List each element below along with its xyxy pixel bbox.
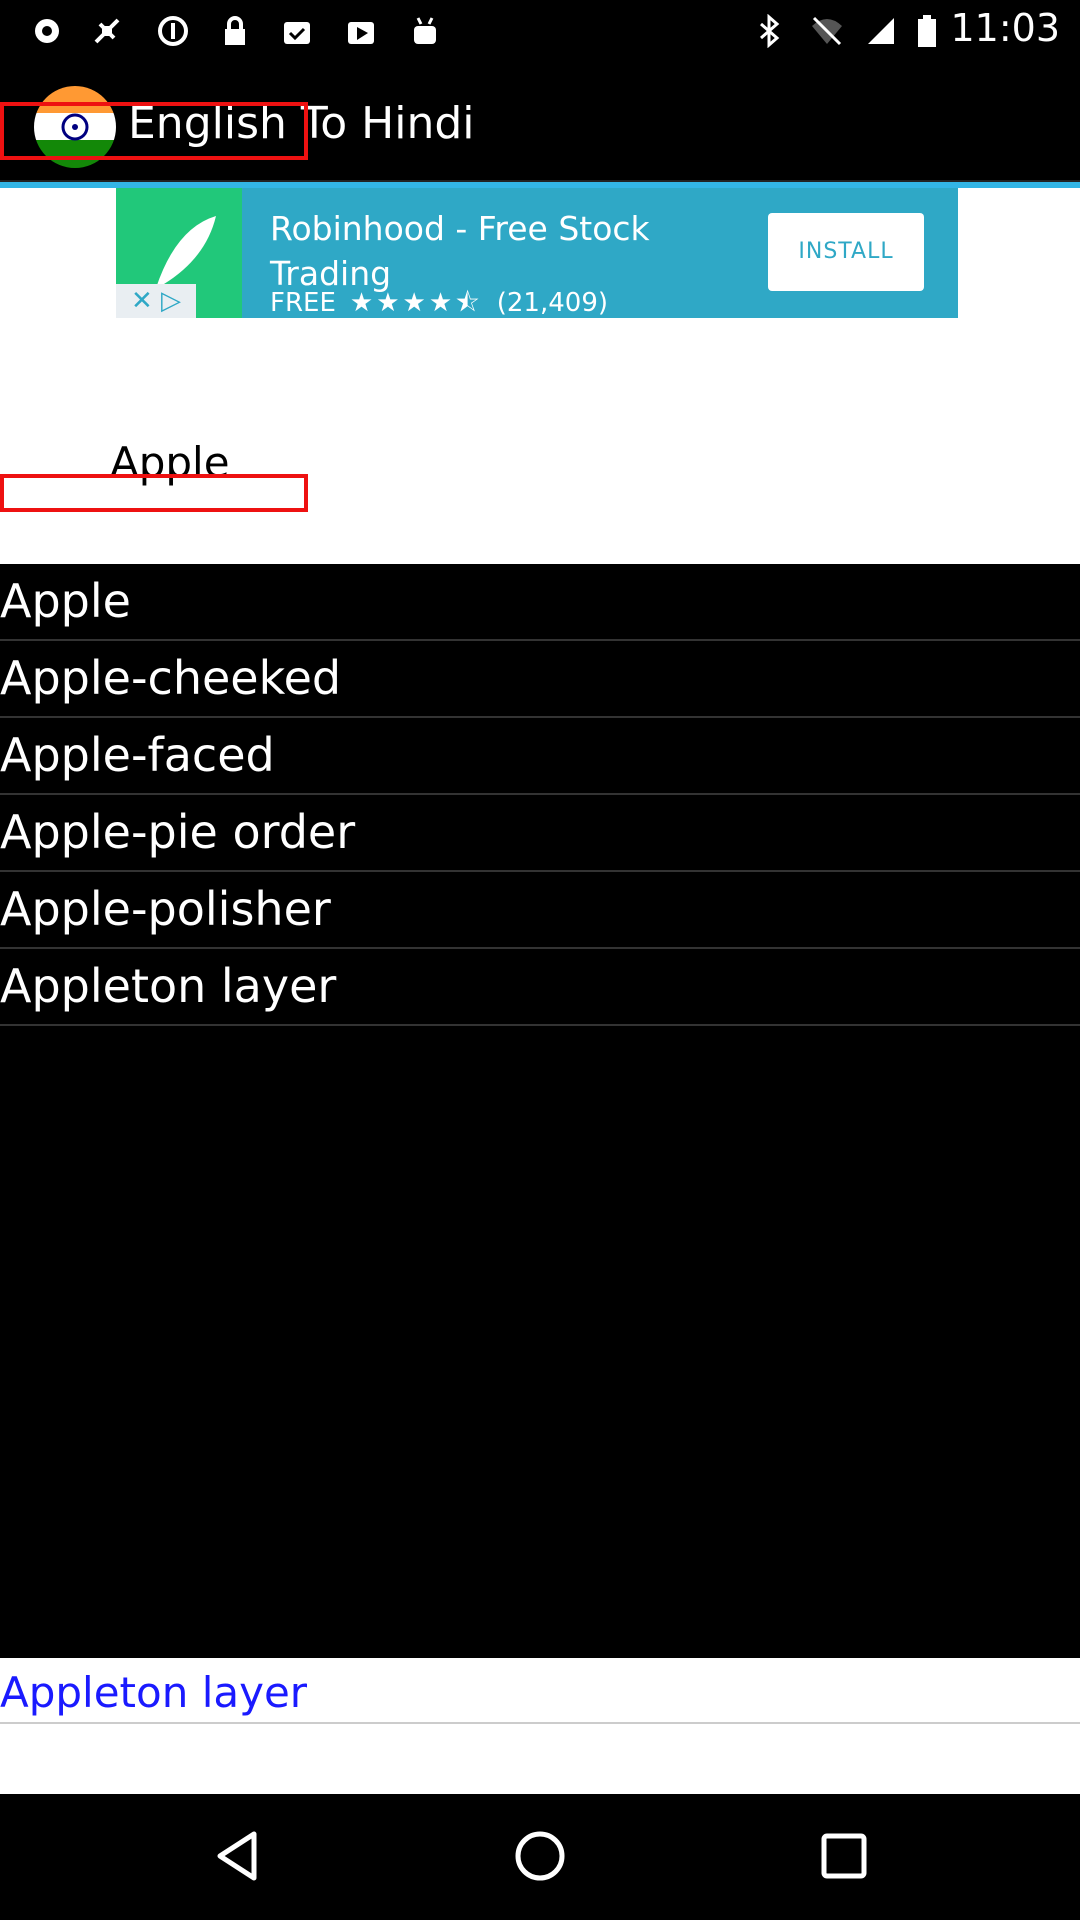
ad-rating-row: FREE ★★★★⯪ (21,409) <box>270 284 608 318</box>
ad-banner[interactable]: ✕ ▷ Robinhood - Free Stock Trading FREE ★… <box>116 188 958 318</box>
suggestion-item[interactable]: Apple-cheeked <box>0 641 1080 718</box>
suggestion-item[interactable]: Apple-faced <box>0 718 1080 795</box>
battery-icon <box>918 15 936 47</box>
ad-rating-count: (21,409) <box>496 288 609 318</box>
ad-price: FREE <box>270 288 336 318</box>
play-store-icon <box>348 22 374 44</box>
recents-icon[interactable] <box>814 1826 874 1886</box>
fake-gps-icon <box>94 18 120 44</box>
suggestion-item[interactable]: Appleton layer <box>0 949 1080 1026</box>
status-clock: 11:03 <box>950 6 1060 50</box>
suggestion-list: Apple Apple-cheeked Apple-faced Apple-pi… <box>0 564 1080 1026</box>
result-word[interactable]: Appleton layer <box>0 1668 307 1717</box>
result-divider <box>0 1722 1080 1724</box>
close-adchoices-icon[interactable]: ✕ ▷ <box>116 284 196 318</box>
cell-signal-icon <box>868 18 894 44</box>
record-icon <box>35 19 59 43</box>
install-button[interactable]: INSTALL <box>768 213 924 291</box>
ad-title: Robinhood - Free Stock Trading <box>270 209 650 293</box>
status-bar: 11:03 <box>0 0 1080 62</box>
wifi-off-icon <box>812 16 842 46</box>
clipboard-check-icon <box>284 22 310 44</box>
android-icon <box>414 17 436 44</box>
navigation-bar <box>0 1794 1080 1920</box>
back-icon[interactable] <box>208 1826 268 1886</box>
suggestion-item[interactable]: Apple-pie order <box>0 795 1080 872</box>
suggestion-item[interactable]: Apple <box>0 564 1080 641</box>
info-icon <box>158 16 188 46</box>
suggestion-item[interactable]: Apple-polisher <box>0 872 1080 949</box>
result-panel: Appleton layer <box>0 1658 1080 1794</box>
bluetooth-icon <box>760 14 780 48</box>
lock-icon <box>225 16 245 45</box>
home-icon[interactable] <box>510 1826 570 1886</box>
star-rating-icon: ★★★★⯪ <box>349 288 483 318</box>
highlight-outline <box>0 474 308 512</box>
highlight-outline <box>0 102 308 160</box>
